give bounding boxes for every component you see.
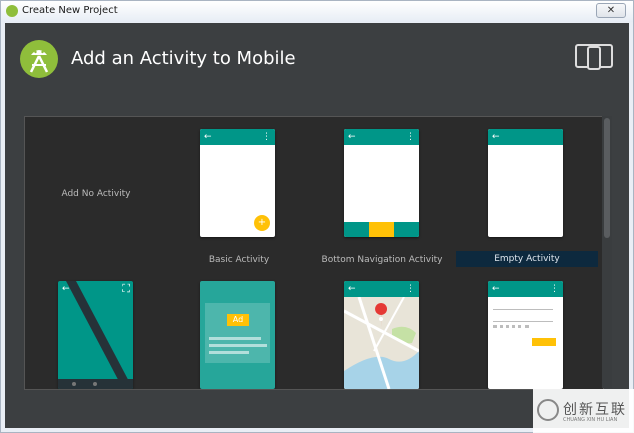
navigation-bar: [58, 379, 133, 389]
dialog-header: Add an Activity to Mobile: [5, 23, 629, 98]
template-bottom-navigation-activity[interactable]: ← ⋮ Bottom Navigation Activity: [313, 119, 451, 267]
overflow-menu-icon: ⋮: [406, 284, 415, 294]
scrollbar-thumb[interactable]: [604, 118, 610, 238]
bottom-navigation-bar: [344, 222, 419, 237]
fab-add-icon: +: [254, 215, 270, 231]
nav-dot: [72, 382, 76, 386]
back-arrow-icon: ←: [62, 284, 70, 294]
overflow-menu-icon: ⋮: [406, 132, 415, 142]
page-title: Add an Activity to Mobile: [71, 48, 296, 69]
dialog-content: Add No Activity ← ⋮ + Basic Activity ← ⋮…: [5, 98, 629, 428]
template-admob-activity[interactable]: Ad: [170, 277, 308, 389]
template-caption: Empty Activity: [494, 254, 560, 264]
android-studio-icon: [20, 40, 58, 78]
map-graphic: [344, 296, 419, 389]
back-arrow-icon: ←: [492, 132, 500, 142]
dialog-window: Create New Project ✕ Add an Activity to …: [0, 0, 634, 433]
close-button[interactable]: ✕: [596, 3, 626, 18]
template-basic-activity[interactable]: ← ⋮ + Basic Activity: [170, 119, 308, 267]
watermark-logo-icon: [537, 399, 559, 421]
bottom-nav-active-item: [369, 222, 394, 237]
template-fullscreen-activity[interactable]: ← ⛶: [27, 277, 165, 389]
ad-text-line: [209, 344, 267, 347]
back-arrow-icon: ←: [204, 132, 212, 142]
toolbar: ← ⋮: [488, 281, 563, 297]
ad-card: Ad: [205, 303, 270, 363]
watermark-text: 创新互联: [563, 402, 627, 418]
email-field-line: [493, 309, 553, 310]
back-arrow-icon: ←: [348, 284, 356, 294]
gallery-scrollbar[interactable]: [602, 116, 612, 388]
password-field-line: [493, 321, 553, 322]
template-preview: ← ⋮ +: [200, 129, 275, 237]
template-google-maps-activity[interactable]: ← ⋮: [313, 277, 451, 389]
password-dots: [493, 325, 529, 331]
overflow-menu-icon: ⋮: [550, 284, 559, 294]
fullscreen-diagonal-graphic: [66, 281, 133, 389]
watermark: 创新互联 CHUANG XIN HU LIAN: [533, 389, 634, 433]
template-preview: Ad: [200, 281, 275, 389]
template-caption: Basic Activity: [208, 255, 270, 265]
watermark-subtext: CHUANG XIN HU LIAN: [563, 417, 618, 423]
toolbar: ← ⋮: [344, 129, 419, 145]
android-studio-small-icon: [6, 5, 18, 17]
template-login-activity[interactable]: ← ⋮: [456, 277, 598, 389]
template-add-no-activity[interactable]: Add No Activity: [27, 119, 165, 267]
ad-text-line: [209, 337, 261, 340]
nav-dot: [93, 382, 97, 386]
toolbar: ← ⋮: [200, 129, 275, 145]
title-bar: Create New Project ✕: [1, 1, 633, 22]
toolbar: ← ⋮: [344, 281, 419, 297]
ad-text-line: [209, 351, 249, 354]
template-preview: ← ⋮: [488, 281, 563, 389]
ad-label: Ad: [227, 314, 249, 326]
fullscreen-icon: ⛶: [122, 282, 130, 295]
template-preview: ← ⋮: [344, 281, 419, 389]
back-arrow-icon: ←: [492, 284, 500, 294]
sign-in-button: [532, 338, 556, 346]
overflow-menu-icon: ⋮: [262, 132, 271, 142]
template-preview: ←: [488, 129, 563, 237]
template-preview: ← ⛶: [58, 281, 133, 389]
phone-tablet-icon: [575, 44, 613, 70]
back-arrow-icon: ←: [348, 132, 356, 142]
window-title: Create New Project: [22, 5, 118, 16]
toolbar: ←: [488, 129, 563, 145]
template-caption: Bottom Navigation Activity: [321, 255, 443, 265]
template-caption: Add No Activity: [61, 189, 131, 199]
activity-gallery: Add No Activity ← ⋮ + Basic Activity ← ⋮…: [24, 116, 604, 390]
template-empty-activity[interactable]: ← Empty Activity: [456, 119, 598, 267]
template-preview: ← ⋮: [344, 129, 419, 237]
